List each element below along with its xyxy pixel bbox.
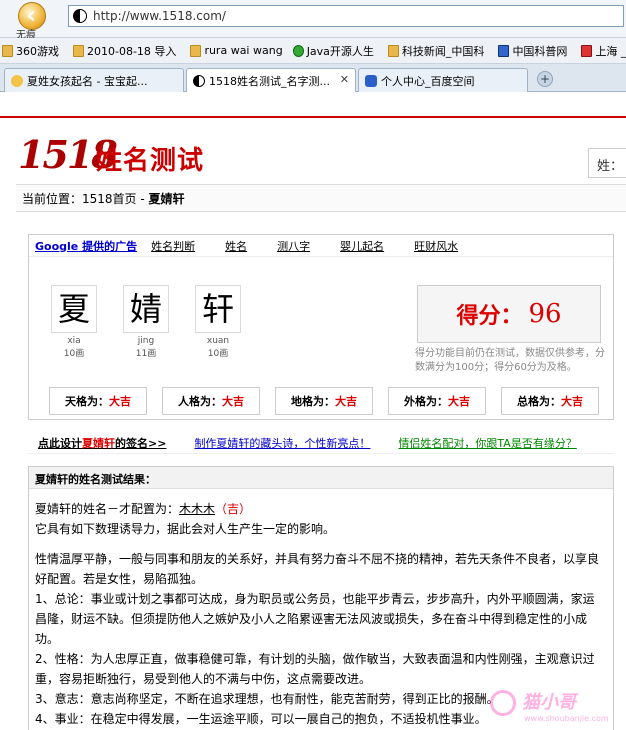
character-strokes: 10画	[63, 349, 85, 359]
character-glyph: 婧	[123, 285, 169, 333]
score-note: 得分功能目前仍在测试，数据仅供参考，分数满分为100分；得分60分为及格。	[415, 348, 605, 373]
url-text[interactable]: http://www.1518.com/	[93, 9, 226, 23]
ad-nav: Google 提供的广告 姓名判断 姓名 测八字 婴儿起名 旺财风水	[29, 235, 613, 257]
address-bar[interactable]: http://www.1518.com/	[68, 5, 624, 27]
ge-tian: 天格为： 大吉	[49, 387, 147, 415]
browser-toolbar: 无痕 http://www.1518.com/	[0, 0, 626, 41]
nav-link-name[interactable]: 姓名	[225, 238, 247, 254]
page-icon	[11, 74, 23, 87]
ge-wai: 外格为： 大吉	[388, 387, 486, 415]
score-value: 96	[528, 299, 562, 329]
character-strokes: 11画	[135, 349, 157, 359]
google-ads-label[interactable]: Google 提供的广告	[35, 238, 137, 254]
tab-strip: 夏姓女孩起名 - 宝宝起... 1518姓名测试_名字测... ✕ 个人中心_百…	[0, 64, 626, 93]
tab-baidu-space[interactable]: 个人中心_百度空间	[358, 68, 528, 92]
character-strokes: 10画	[207, 349, 229, 359]
character-pinyin: jing	[137, 336, 155, 346]
logo-text[interactable]: 姓名测试	[96, 140, 204, 177]
bookmark-kepu[interactable]: 中国科普网	[498, 43, 567, 59]
yinyang-icon	[73, 9, 87, 23]
character-glyph: 夏	[51, 285, 97, 333]
config-value: 木木木	[179, 502, 216, 516]
page-icon	[581, 44, 593, 57]
character-card: 夏 xia 10画	[51, 285, 97, 359]
bookmark-rura[interactable]: rura wai wang	[190, 44, 283, 57]
ge-ren: 人格为： 大吉	[162, 387, 260, 415]
breadcrumb-name: 夏婧轩	[148, 192, 185, 206]
score-box: 得分： 96	[417, 285, 601, 343]
character-glyph: 轩	[195, 285, 241, 333]
character-card: 婧 jing 11画	[123, 285, 169, 359]
acrostic-link[interactable]: 制作夏婧轩的藏头诗，个性新亮点！	[194, 435, 370, 451]
signature-link[interactable]: 点此设计夏婧轩的签名>>	[38, 435, 166, 451]
nav-link-judge[interactable]: 姓名判断	[151, 238, 195, 254]
surname-input[interactable]: 姓：	[588, 148, 626, 178]
character-card: 轩 xuan 10画	[195, 285, 241, 359]
result-paragraph: 1、总论：事业或计划之事都可达成，身为职员或公务员，也能平步青云，步步高升，内外…	[35, 592, 595, 646]
bookmark-shanghai[interactable]: 上海 _ 新彭	[581, 43, 626, 59]
result-paragraph: 性情温厚平静，一般与同事和朋友的关系好，并具有努力奋斗不屈不挠的精神，若先天条件…	[35, 552, 600, 586]
watermark-url: www.shoubanjie.com	[524, 714, 609, 723]
intro-line: 它具有如下数理诱导力，据此会对人生产生一定的影响。	[35, 522, 336, 536]
character-pinyin: xuan	[206, 336, 230, 346]
watermark: 猫小哥 www.shoubanjie.com	[490, 680, 624, 728]
tab-1518[interactable]: 1518姓名测试_名字测... ✕	[186, 68, 356, 93]
config-line: 夏婧轩的姓名－才配置为：木木木（吉）	[35, 502, 252, 516]
folder-icon	[73, 44, 84, 57]
score-label: 得分：	[456, 304, 523, 329]
yinyang-icon	[193, 75, 205, 87]
new-tab-button[interactable]: +	[537, 71, 553, 87]
tab-baby-name[interactable]: 夏姓女孩起名 - 宝宝起...	[4, 68, 184, 92]
globe-icon	[292, 44, 304, 57]
plus-icon: +	[539, 72, 551, 86]
page-icon	[498, 44, 510, 57]
nav-link-baby[interactable]: 婴儿起名	[340, 238, 384, 254]
paw-icon	[365, 74, 377, 87]
close-icon[interactable]: ✕	[340, 73, 349, 86]
folder-icon	[2, 44, 13, 57]
promo-links: 点此设计夏婧轩的签名>> 制作夏婧轩的藏头诗，个性新亮点！ 情侣姓名配对，你跟T…	[28, 432, 614, 454]
nav-link-fengshui[interactable]: 旺财风水	[414, 238, 458, 254]
folder-icon	[387, 44, 399, 57]
bookmark-360[interactable]: 360游戏	[2, 43, 59, 59]
folder-icon	[190, 44, 202, 57]
bookmark-import[interactable]: 2010-08-18 导入	[73, 43, 176, 59]
nav-link-bazi[interactable]: 测八字	[277, 238, 310, 254]
name-characters: 夏 xia 10画 婧 jing 11画 轩 xuan 10画	[51, 285, 267, 359]
watermark-logo-icon	[490, 690, 516, 716]
breadcrumb-prefix[interactable]: 当前位置：1518首页 -	[22, 192, 149, 206]
bookmark-tech-news[interactable]: 科技新闻_中国科	[387, 43, 484, 59]
breadcrumb: 当前位置：1518首页 - 夏婧轩	[16, 184, 626, 212]
character-pinyin: xia	[67, 336, 81, 346]
bookmarks-bar: 360游戏 2010-08-18 导入 rura wai wang Java开源…	[0, 38, 626, 64]
ge-zong: 总格为： 大吉	[501, 387, 599, 415]
top-rule	[0, 116, 626, 118]
ge-di: 地格为： 大吉	[275, 387, 373, 415]
config-luck: （吉）	[215, 502, 252, 516]
couple-match-link[interactable]: 情侣姓名配对，你跟TA是否有缘分？	[398, 435, 576, 451]
ge-row: 天格为： 大吉 人格为： 大吉 地格为： 大吉 外格为： 大吉 总格为： 大吉	[49, 387, 614, 415]
page-content: 1518 姓名测试 姓： 当前位置：1518首页 - 夏婧轩 Google 提供…	[0, 92, 626, 730]
result-title: 夏婧轩的姓名测试结果：	[29, 467, 613, 489]
watermark-text: 猫小哥	[522, 692, 576, 713]
result-panel: Google 提供的广告 姓名判断 姓名 测八字 婴儿起名 旺财风水 夏 xia…	[28, 234, 614, 420]
bookmark-java[interactable]: Java开源人生	[292, 43, 374, 59]
